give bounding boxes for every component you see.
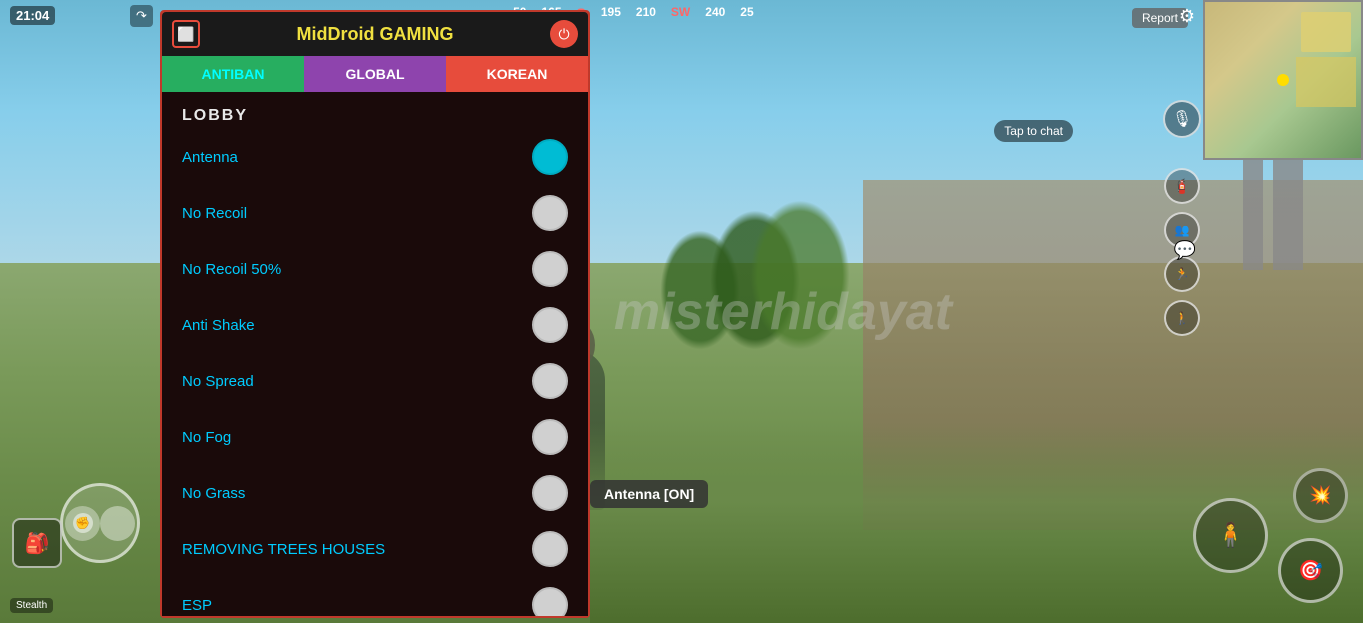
fire-button[interactable]: 💥 [1293,468,1348,523]
no-fog-toggle[interactable] [532,419,568,455]
fist-icon: ✊ [73,513,93,533]
no-recoil-50-toggle[interactable] [532,251,568,287]
no-grass-toggle[interactable] [532,475,568,511]
esp-toggle[interactable] [532,587,568,616]
antenna-toggle[interactable] [532,139,568,175]
panel-content: LOBBY Antenna No Recoil No Recoil 50% An… [162,92,588,616]
minimap-building [1301,12,1351,52]
time-display: 21:04 [10,6,55,25]
minimap [1203,0,1363,160]
screen-record-icon: ↷ [130,5,153,27]
panel-tabs: ANTIBAN GLOBAL KOREAN [162,56,588,92]
no-fog-label: No Fog [182,429,231,446]
microphone-icon[interactable]: 🎙 [1163,100,1201,138]
removing-trees-toggle[interactable] [532,531,568,567]
panel-header: ⬜ MidDroid GAMING ⏻ [162,12,588,56]
compass-sw: SW [671,5,690,21]
chat-bubble-icon[interactable]: 💬 [1174,240,1196,261]
compass-210: 210 [636,5,656,21]
minimap-player [1277,74,1289,86]
joystick-knob: ✊ [65,506,100,541]
panel-title: MidDroid GAMING [200,24,550,45]
tree3 [750,200,850,350]
menu-item-esp[interactable]: ESP [162,577,588,616]
menu-item-no-recoil-50[interactable]: No Recoil 50% [162,241,588,297]
menu-item-antenna[interactable]: Antenna [162,129,588,185]
menu-item-removing-trees[interactable]: REMOVING TREES HOUSES [162,521,588,577]
no-spread-label: No Spread [182,373,254,390]
lobby-section-header: LOBBY [162,97,588,129]
menu-item-no-fog[interactable]: No Fog [162,409,588,465]
pole [1273,150,1303,270]
tap-to-chat[interactable]: Tap to chat [994,120,1073,142]
antenna-label: Antenna [182,149,238,166]
no-spread-toggle[interactable] [532,363,568,399]
prone-button[interactable]: 🎯 [1278,538,1343,603]
panel-power-button[interactable]: ⏻ [550,20,578,48]
movement-joystick[interactable]: ✊ [60,483,140,563]
compass-240: 240 [705,5,725,21]
backpack-icon[interactable]: 🎒 [12,518,62,568]
no-grass-label: No Grass [182,485,245,502]
anti-shake-label: Anti Shake [182,317,255,334]
compass-25: 25 [740,5,753,21]
no-recoil-toggle[interactable] [532,195,568,231]
menu-item-anti-shake[interactable]: Anti Shake [162,297,588,353]
esp-label: ESP [182,597,212,614]
menu-item-no-grass[interactable]: No Grass [162,465,588,521]
menu-item-no-spread[interactable]: No Spread [162,353,588,409]
menu-item-no-recoil[interactable]: No Recoil [162,185,588,241]
anti-shake-toggle[interactable] [532,307,568,343]
compass-195: 195 [601,5,621,21]
panel-expand-icon[interactable]: ⬜ [172,20,200,48]
run-icon[interactable]: 🏃 [1164,256,1200,292]
tab-global[interactable]: GLOBAL [304,56,446,92]
crouch-button[interactable]: 🧍 [1193,498,1268,573]
no-recoil-50-label: No Recoil 50% [182,261,281,278]
fire-extinguisher-icon[interactable]: 🧯 [1164,168,1200,204]
person2-icon[interactable]: 🚶 [1164,300,1200,336]
minimap-building2 [1296,57,1356,107]
no-recoil-label: No Recoil [182,205,247,222]
antenna-tooltip: Antenna [ON] [590,480,708,508]
cheat-panel: ⬜ MidDroid GAMING ⏻ ANTIBAN GLOBAL KOREA… [160,10,590,618]
tab-antiban[interactable]: ANTIBAN [162,56,304,92]
settings-icon[interactable]: ⚙ [1179,6,1195,27]
stealth-label: Stealth [10,598,53,613]
removing-trees-label: REMOVING TREES HOUSES [182,541,385,558]
tab-korean[interactable]: KOREAN [446,56,588,92]
